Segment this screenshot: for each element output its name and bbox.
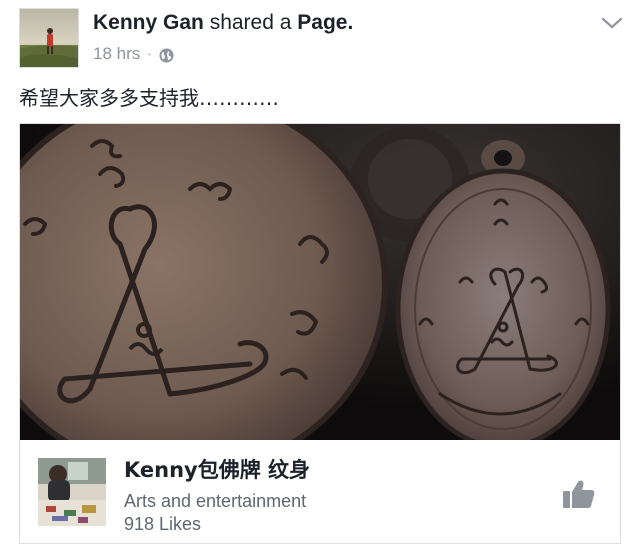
card-footer: Kenny包佛牌 纹身 Arts and entertainment 918 L…	[20, 440, 620, 543]
shared-page-card[interactable]: Kenny包佛牌 纹身 Arts and entertainment 918 L…	[19, 123, 621, 544]
post-action-text: shared a	[209, 11, 292, 34]
amulet-photo[interactable]	[20, 124, 620, 440]
page-avatar[interactable]	[38, 458, 106, 526]
page-name-link[interactable]: Kenny包佛牌 纹身	[124, 456, 310, 484]
feed-post: Kenny Gan shared a Page. 18 hrs · 希望大家多多…	[0, 0, 640, 557]
author-avatar[interactable]	[19, 8, 79, 68]
author-name-link[interactable]: Kenny Gan	[93, 11, 204, 34]
chevron-down-icon[interactable]	[600, 14, 624, 32]
post-meta: 18 hrs ·	[93, 43, 174, 65]
globe-icon[interactable]	[159, 47, 174, 63]
post-header: Kenny Gan shared a Page.	[93, 9, 353, 37]
meta-separator: ·	[147, 46, 152, 61]
post-message: 希望大家多多支持我…………	[19, 86, 279, 110]
page-likes-count: 918 Likes	[124, 514, 202, 534]
post-timestamp[interactable]: 18 hrs	[93, 43, 140, 65]
thumbs-up-icon[interactable]	[562, 478, 596, 510]
page-category: Arts and entertainment	[124, 491, 307, 511]
shared-object-link[interactable]: Page.	[297, 11, 353, 34]
